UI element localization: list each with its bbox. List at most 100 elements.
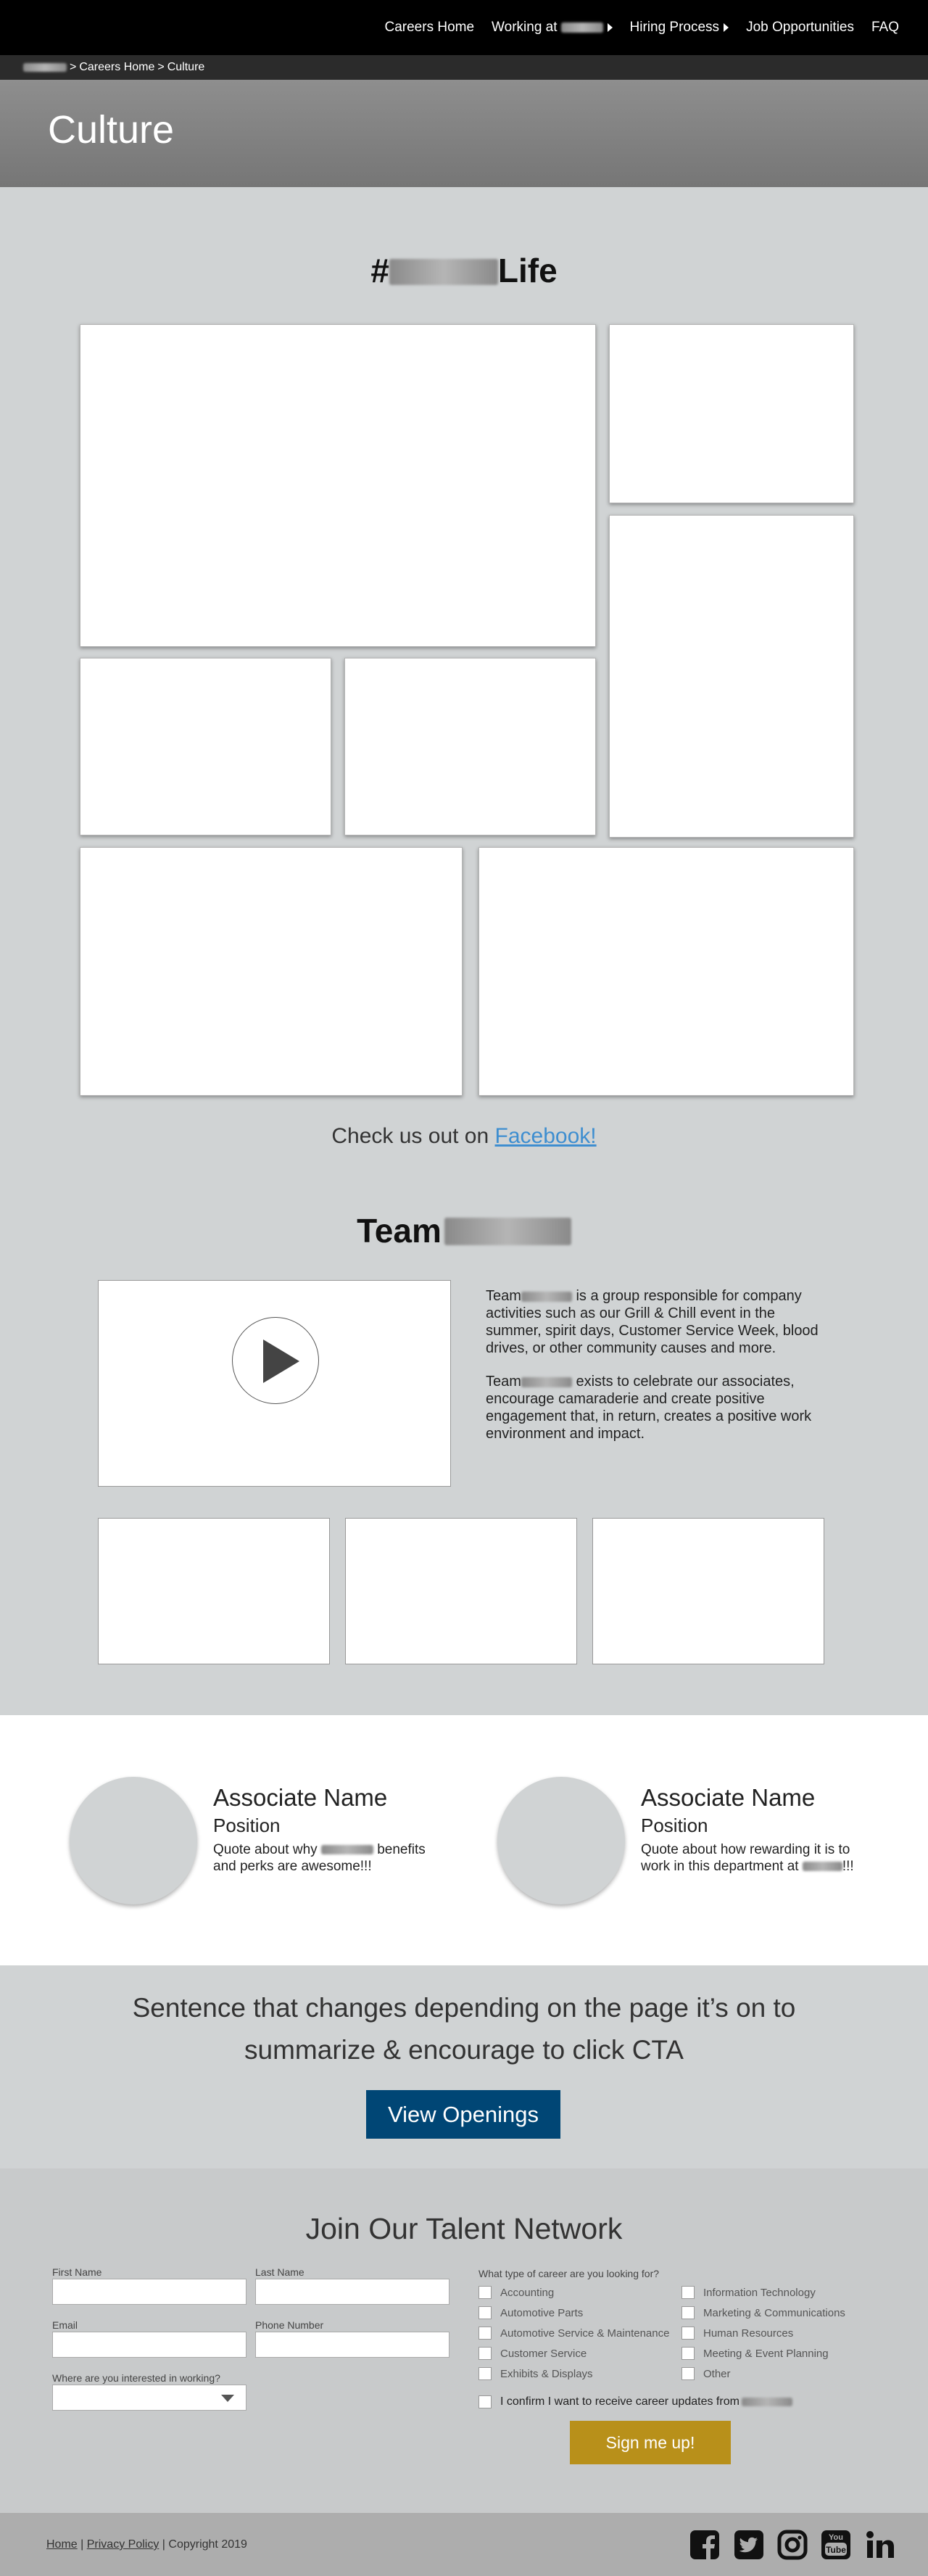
- redacted-company-name: [521, 1291, 572, 1302]
- breadcrumb-bar: > Careers Home > Culture: [0, 55, 928, 80]
- life-title-hash: #: [370, 252, 389, 289]
- youtube-icon[interactable]: You Tube: [820, 2529, 852, 2561]
- talent-network-title: Join Our Talent Network: [305, 2212, 623, 2245]
- team-p1-start: Team: [486, 1288, 521, 1304]
- breadcrumb: > Careers Home > Culture: [23, 61, 204, 74]
- view-openings-button[interactable]: View Openings: [366, 2090, 560, 2139]
- facebook-icon[interactable]: [689, 2529, 721, 2561]
- career-checkbox[interactable]: Accounting: [478, 2286, 554, 2299]
- checkbox[interactable]: [478, 2395, 492, 2408]
- breadcrumb-company-link[interactable]: [23, 63, 67, 72]
- life-title-suffix: Life: [497, 252, 558, 289]
- career-checkbox[interactable]: Marketing & Communications: [682, 2306, 845, 2319]
- checkbox-label: Meeting & Event Planning: [703, 2347, 829, 2360]
- footer-legal: Home | Privacy Policy | Copyright 2019: [46, 2538, 247, 2551]
- twitter-icon[interactable]: [733, 2529, 765, 2561]
- gallery-photo-tall[interactable]: [609, 515, 854, 838]
- footer: Home | Privacy Policy | Copyright 2019 Y…: [0, 2513, 928, 2576]
- confirm-updates-checkbox[interactable]: I confirm I want to receive career updat…: [478, 2395, 792, 2408]
- career-checkbox[interactable]: Information Technology: [682, 2286, 816, 2299]
- associate-avatar: [497, 1777, 625, 1904]
- checkbox[interactable]: [478, 2347, 492, 2360]
- associate-name: Associate Name: [641, 1784, 816, 1811]
- checkbox-label: Customer Service: [500, 2347, 587, 2360]
- checkbox[interactable]: [682, 2347, 695, 2360]
- associate-quote-start: Quote about why: [213, 1842, 321, 1857]
- play-icon[interactable]: [232, 1317, 319, 1404]
- checkbox-label: Automotive Service & Maintenance: [500, 2327, 670, 2340]
- gallery-photo-large[interactable]: [80, 324, 596, 647]
- last-name-field[interactable]: [255, 2279, 450, 2305]
- gallery-photo[interactable]: [344, 658, 596, 835]
- associate-quote: Quote about how rewarding it is to work …: [641, 1841, 873, 1875]
- team-title-text: Team: [357, 1212, 442, 1250]
- checkbox-label: Marketing & Communications: [703, 2306, 845, 2319]
- footer-separator: |: [80, 2538, 84, 2551]
- first-name-label: First Name: [52, 2266, 102, 2278]
- checkbox[interactable]: [682, 2327, 695, 2340]
- career-checkbox[interactable]: Customer Service: [478, 2347, 587, 2360]
- footer-home-link[interactable]: Home: [46, 2538, 78, 2551]
- nav-careers-home[interactable]: Careers Home: [385, 20, 475, 36]
- checkbox[interactable]: [478, 2327, 492, 2340]
- team-photo[interactable]: [98, 1518, 330, 1664]
- location-select[interactable]: [52, 2385, 246, 2411]
- checkbox[interactable]: [478, 2306, 492, 2319]
- team-paragraph-2: Team exists to celebrate our associates,…: [486, 1373, 819, 1442]
- nav-working-at-label: Working at: [492, 20, 558, 35]
- breadcrumb-separator: >: [157, 61, 165, 73]
- career-checkbox[interactable]: Meeting & Event Planning: [682, 2347, 829, 2360]
- facebook-link[interactable]: Facebook!: [495, 1124, 597, 1148]
- career-checkbox[interactable]: Exhibits & Displays: [478, 2367, 593, 2380]
- associate-quote: Quote about why benefits and perks are a…: [213, 1841, 445, 1875]
- checkbox[interactable]: [682, 2306, 695, 2319]
- associate-name: Associate Name: [213, 1784, 388, 1811]
- top-navigation: Careers Home Working at Hiring Process J…: [0, 0, 928, 55]
- career-checkbox[interactable]: Other: [682, 2367, 731, 2380]
- last-name-label: Last Name: [255, 2266, 304, 2278]
- career-checkbox[interactable]: Human Resources: [682, 2327, 793, 2340]
- career-type-label: What type of career are you looking for?: [478, 2268, 660, 2279]
- checkbox-label: Other: [703, 2367, 731, 2380]
- footer-privacy-link[interactable]: Privacy Policy: [87, 2538, 160, 2551]
- phone-label: Phone Number: [255, 2319, 324, 2331]
- gallery-photo-wide[interactable]: [80, 847, 463, 1096]
- first-name-field[interactable]: [52, 2279, 246, 2305]
- instagram-icon[interactable]: [776, 2529, 808, 2561]
- checkbox[interactable]: [478, 2367, 492, 2380]
- hero-banner: Culture: [0, 80, 928, 187]
- gallery-photo[interactable]: [80, 658, 331, 835]
- caret-right-icon: [607, 23, 613, 32]
- redacted-company-name: [320, 1845, 373, 1855]
- sign-up-button[interactable]: Sign me up!: [570, 2421, 731, 2464]
- career-checkbox[interactable]: Automotive Parts: [478, 2306, 583, 2319]
- team-video[interactable]: [98, 1280, 451, 1487]
- gallery-photo[interactable]: [609, 324, 854, 503]
- nav-working-at[interactable]: Working at: [492, 20, 613, 36]
- redacted-company-name: [389, 259, 498, 285]
- phone-field[interactable]: [255, 2332, 450, 2358]
- gallery-photo-wide[interactable]: [478, 847, 854, 1096]
- redacted-company-name: [521, 1376, 572, 1387]
- svg-text:You: You: [829, 2533, 843, 2542]
- location-label: Where are you interested in working?: [52, 2372, 220, 2384]
- facebook-callout-text: Check us out on: [331, 1124, 495, 1148]
- checkbox[interactable]: [682, 2286, 695, 2299]
- nav-job-opportunities[interactable]: Job Opportunities: [746, 20, 854, 36]
- checkbox-label: Accounting: [500, 2286, 555, 2299]
- email-field[interactable]: [52, 2332, 246, 2358]
- breadcrumb-careers-home[interactable]: Careers Home: [79, 61, 154, 74]
- career-checkbox[interactable]: Automotive Service & Maintenance: [478, 2327, 669, 2340]
- associate-position: Position: [641, 1815, 708, 1836]
- chevron-down-icon: [221, 2395, 234, 2402]
- associate-quote-end: !!!: [842, 1859, 854, 1874]
- team-photo[interactable]: [345, 1518, 577, 1664]
- checkbox[interactable]: [682, 2367, 695, 2380]
- checkbox-label: Exhibits & Displays: [500, 2367, 593, 2380]
- cta-section: Sentence that changes depending on the p…: [0, 1965, 928, 2168]
- nav-hiring-process[interactable]: Hiring Process: [630, 20, 729, 36]
- checkbox[interactable]: [478, 2286, 492, 2299]
- nav-faq[interactable]: FAQ: [871, 20, 899, 36]
- team-photo[interactable]: [592, 1518, 824, 1664]
- linkedin-icon[interactable]: [864, 2529, 896, 2561]
